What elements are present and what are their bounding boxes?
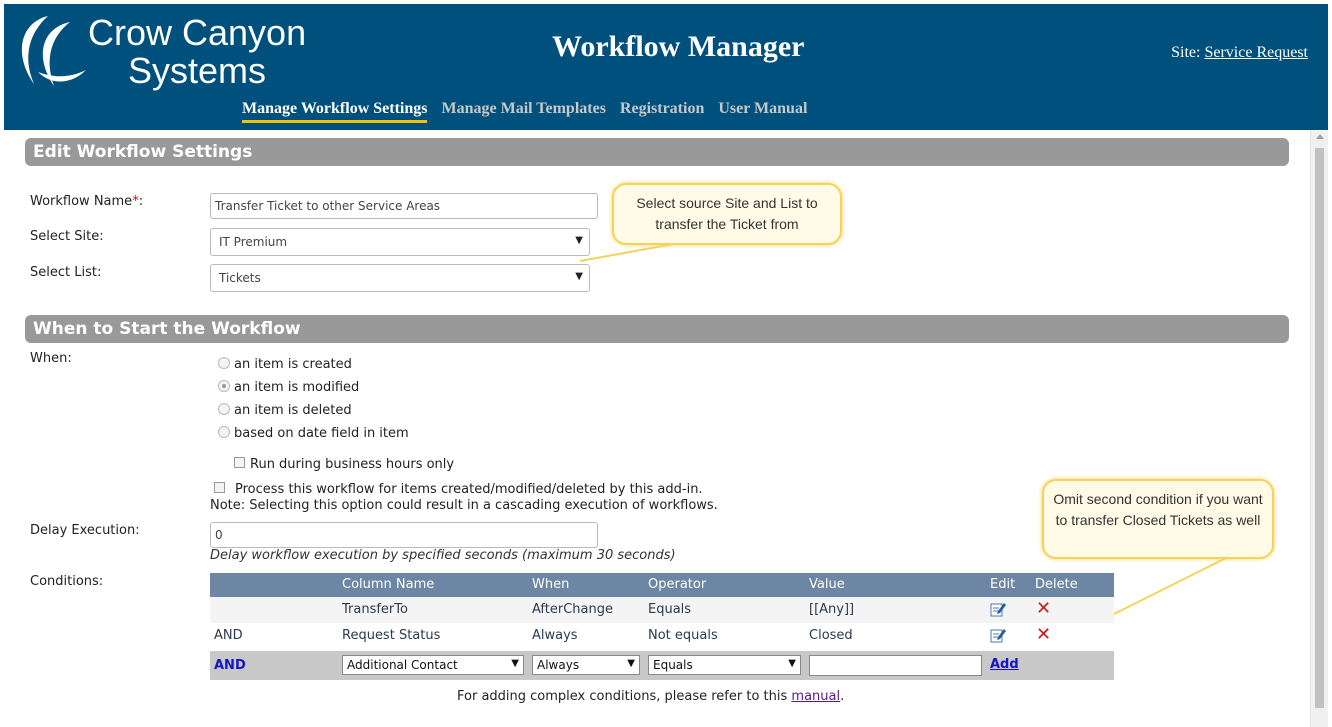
footnote-suffix: . [840,689,845,704]
conditions-header-row: Column Name When Operator Value Edit Del… [210,573,1114,597]
new-when-select[interactable]: Always ▼ [532,655,640,675]
row-when: Always [532,628,578,643]
table-row: AND Request Status Always Not equals Clo… [210,623,1114,649]
business-hours-checkbox[interactable] [234,457,245,468]
new-operator-select[interactable]: Equals ▼ [648,655,801,675]
delete-icon[interactable]: ✕ [1036,626,1051,644]
page-title: Workflow Manager [552,30,805,63]
new-operator-value: Equals [653,658,693,672]
nav-registration[interactable]: Registration [620,100,704,123]
start-section-title: When to Start the Workflow [25,315,1289,343]
workflow-name-input[interactable]: Transfer Ticket to other Service Areas [210,193,598,219]
select-site-label: Select Site: [30,229,104,244]
row-conjunction: AND [214,628,243,643]
process-add-in-label: Process this workflow for items created/… [235,482,703,497]
process-note: Note: Selecting this option could result… [210,498,718,513]
select-site-value: IT Premium [219,235,288,249]
row-column: TransferTo [342,602,408,617]
new-column-value: Additional Contact [347,658,458,672]
nav-user-manual[interactable]: User Manual [718,100,807,123]
radio-item-modified-label: an item is modified [234,380,360,395]
radio-item-created-label: an item is created [234,357,352,372]
row-when: AfterChange [532,602,613,617]
delay-execution-input[interactable]: 0 [210,522,598,548]
site-link[interactable]: Service Request [1204,44,1308,61]
header-edit: Edit [990,577,1016,592]
nav-manage-workflow-settings[interactable]: Manage Workflow Settings [242,100,428,123]
workflow-name-label: Workflow Name*: [30,194,143,209]
row-value: [[Any]] [809,602,855,617]
app-header: Crow Canyon Systems Workflow Manager Sit… [4,4,1328,130]
workflow-name-label-text: Workflow Name [30,194,133,209]
radio-date-field[interactable] [218,426,230,438]
crow-canyon-logo[interactable]: Crow Canyon Systems [8,10,308,94]
chevron-down-icon: ▼ [575,271,583,282]
header-delete: Delete [1035,577,1078,592]
row-column: Request Status [342,628,441,643]
main-nav: Manage Workflow Settings Manage Mail Tem… [242,100,807,123]
radio-item-deleted-label: an item is deleted [234,403,352,418]
new-when-value: Always [537,658,580,672]
vertical-scrollbar[interactable] [1310,130,1328,727]
row-operator: Equals [648,602,692,617]
new-condition-row: AND Additional Contact ▼ Always ▼ Equals… [210,651,1114,680]
crow-logo-icon [21,16,86,86]
select-site-dropdown[interactable]: IT Premium ▼ [210,228,590,256]
chevron-down-icon: ▼ [627,658,635,669]
when-label: When: [30,351,72,366]
workflow-name-label-colon: : [138,194,144,209]
edit-settings-section-title: Edit Workflow Settings [25,138,1289,166]
new-value-input[interactable] [809,655,982,676]
conditions-label: Conditions: [30,574,104,589]
radio-item-modified[interactable] [218,380,230,392]
site-info: Site: Service Request [1171,44,1308,62]
logo-line-1: Crow Canyon [88,12,307,53]
radio-item-deleted[interactable] [218,403,230,415]
business-hours-label: Run during business hours only [250,457,455,472]
select-list-dropdown[interactable]: Tickets ▼ [210,264,590,292]
complex-conditions-note: For adding complex conditions, please re… [457,689,844,704]
new-column-select[interactable]: Additional Contact ▼ [342,655,524,675]
edit-icon[interactable] [990,627,1006,643]
header-column-name: Column Name [342,577,435,592]
radio-date-field-label: based on date field in item [234,426,409,441]
chevron-down-icon: ▼ [511,658,519,669]
header-value: Value [809,577,845,592]
footnote-prefix: For adding complex conditions, please re… [457,689,788,704]
logo-text: Crow Canyon Systems [88,14,306,90]
select-list-value: Tickets [219,271,261,285]
new-row-conjunction[interactable]: AND [214,658,246,673]
scroll-up-arrow-icon[interactable] [1316,134,1324,139]
delay-note: Delay workflow execution by specified se… [210,548,676,563]
site-label: Site: [1171,44,1201,61]
manual-link[interactable]: manual [791,689,840,704]
delete-icon[interactable]: ✕ [1036,600,1051,618]
row-value: Closed [809,628,853,643]
row-operator: Not equals [648,628,718,643]
table-row: TransferTo AfterChange Equals [[Any]] ✕ [210,597,1114,623]
logo-line-2: Systems [128,50,267,91]
process-add-in-checkbox[interactable] [214,482,225,493]
omit-condition-callout: Omit second condition if you want to tra… [1042,479,1274,559]
header-when: When [532,577,570,592]
add-condition-link[interactable]: Add [990,657,1019,672]
chevron-down-icon: ▼ [788,658,796,669]
scroll-thumb[interactable] [1315,148,1324,708]
header-operator: Operator [648,577,707,592]
delay-execution-label: Delay Execution: [30,523,140,538]
source-callout: Select source Site and List to transfer … [612,183,842,245]
select-list-label: Select List: [30,265,102,280]
radio-item-created[interactable] [218,357,230,369]
edit-icon[interactable] [990,601,1006,617]
nav-manage-mail-templates[interactable]: Manage Mail Templates [441,100,605,123]
